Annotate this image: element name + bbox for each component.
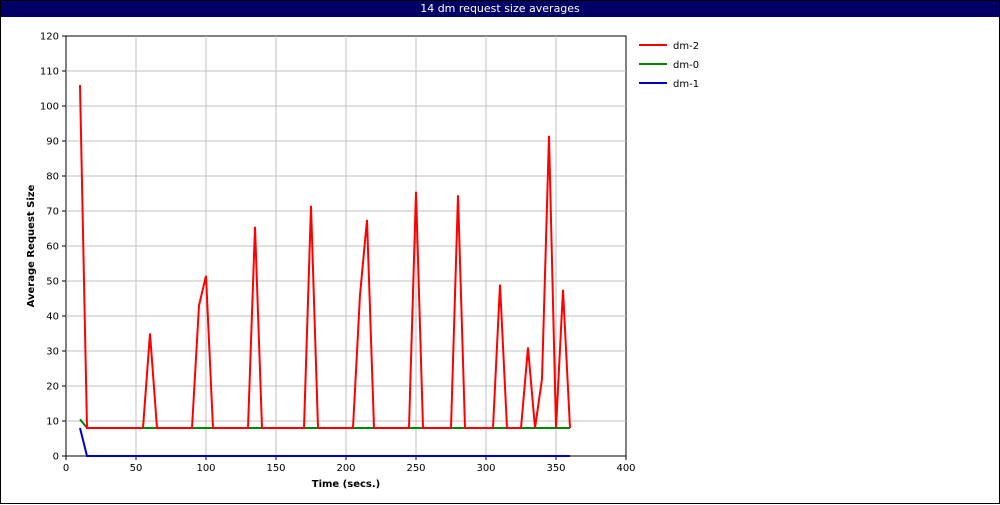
y-tick-label: 50 bbox=[46, 277, 59, 288]
legend-item-dm-1: dm-1 bbox=[639, 79, 699, 90]
x-tick-label: 400 bbox=[616, 463, 635, 474]
x-tick-label: 50 bbox=[130, 463, 143, 474]
x-tick-label: 300 bbox=[476, 463, 495, 474]
legend: dm-2 dm-0 dm-1 bbox=[639, 41, 699, 90]
y-tick-label: 120 bbox=[40, 32, 59, 43]
x-tick-label: 250 bbox=[406, 463, 425, 474]
x-axis-label: Time (secs.) bbox=[312, 479, 381, 490]
y-tick-label: 40 bbox=[46, 312, 59, 323]
x-tick-label: 350 bbox=[546, 463, 565, 474]
legend-item-dm-0: dm-0 bbox=[639, 60, 699, 71]
y-tick-label: 20 bbox=[46, 382, 59, 393]
y-tick-label: 110 bbox=[40, 67, 59, 78]
y-tick-label: 100 bbox=[40, 102, 59, 113]
y-tick-label: 60 bbox=[46, 242, 59, 253]
y-axis-label: Average Request Size bbox=[26, 184, 37, 307]
legend-label: dm-0 bbox=[673, 60, 699, 71]
y-tick-label: 0 bbox=[53, 452, 59, 463]
y-tick-label: 30 bbox=[46, 347, 59, 358]
legend-label: dm-2 bbox=[673, 41, 699, 52]
x-tick-label: 100 bbox=[196, 463, 215, 474]
x-tick-label: 150 bbox=[266, 463, 285, 474]
chart-window: 14 dm request size averages 0 50 100 150 200… bbox=[0, 0, 1000, 504]
y-tick-label: 90 bbox=[46, 137, 59, 148]
y-tick-label: 70 bbox=[46, 207, 59, 218]
y-tick-label: 10 bbox=[46, 417, 59, 428]
line-chart: 0 50 100 150 200 250 300 350 400 0 10 20 30 40 50 60 70 8… bbox=[26, 32, 699, 491]
legend-label: dm-1 bbox=[673, 79, 699, 90]
legend-item-dm-2: dm-2 bbox=[639, 41, 699, 52]
x-tick-label: 200 bbox=[336, 463, 355, 474]
x-tick-label: 0 bbox=[63, 463, 69, 474]
y-tick-label: 80 bbox=[46, 172, 59, 183]
